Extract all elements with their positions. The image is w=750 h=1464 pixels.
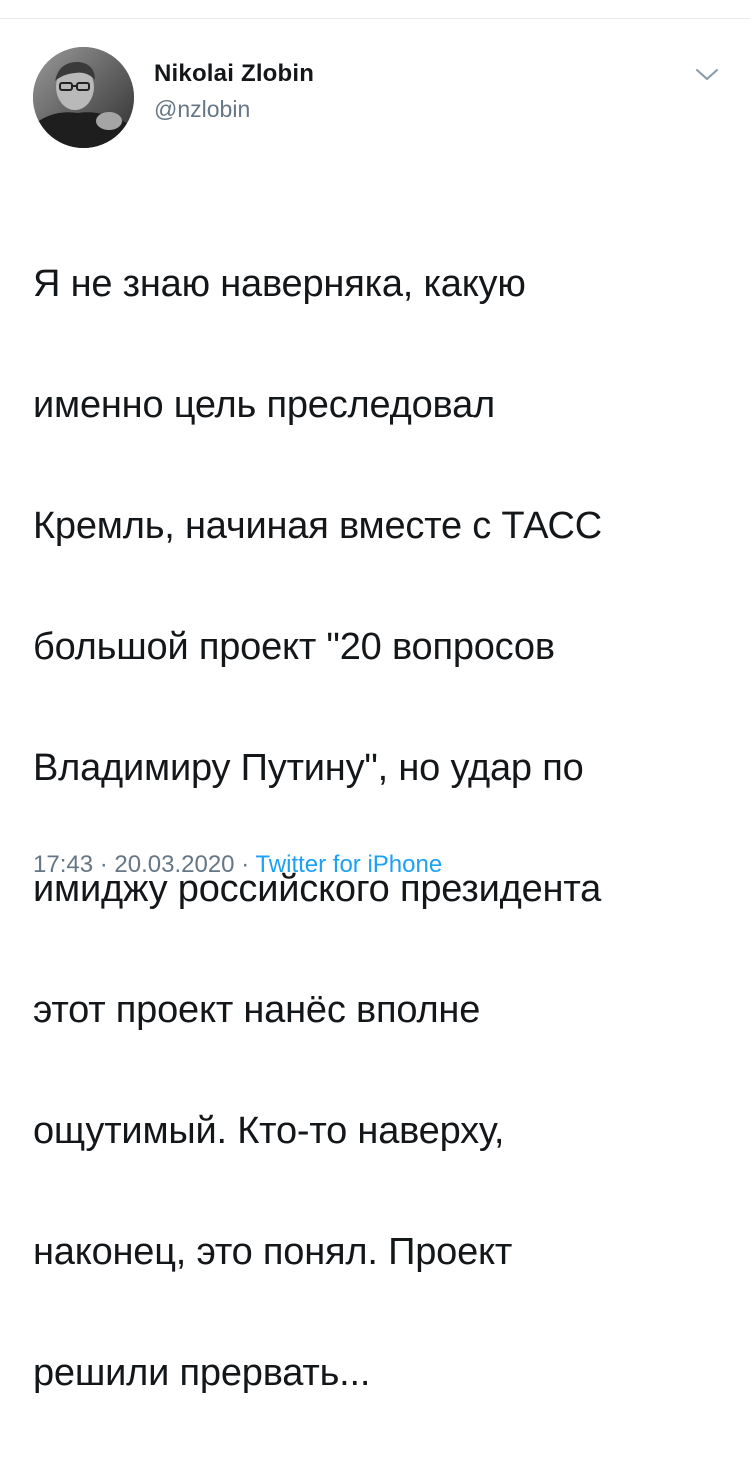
tweet-text-line: большой проект "20 вопросов [33, 625, 555, 668]
tweet-text-line: именно цель преследовал [33, 383, 495, 426]
top-divider [0, 18, 750, 19]
meta-separator: · [99, 851, 108, 878]
tweet-date[interactable]: 20.03.2020 [114, 851, 234, 878]
profile-photo-icon [33, 47, 134, 148]
tweet-source-link[interactable]: Twitter for iPhone [255, 851, 442, 878]
tweet-text-line: Владимиру Путину", но удар по [33, 746, 584, 789]
avatar[interactable] [33, 47, 134, 148]
author-handle[interactable]: @nzlobin [154, 96, 250, 123]
meta-separator: · [241, 851, 250, 878]
tweet-text: Я не знаю наверняка, какую именно цель п… [33, 193, 723, 1464]
tweet-text-line: этот проект нанёс вполне [33, 988, 481, 1031]
tweet-meta: 17:43 · 20.03.2020 · Twitter for iPhone [33, 851, 442, 879]
tweet-text-line: наконец, это понял. Проект [33, 1230, 513, 1273]
chevron-down-icon[interactable] [693, 64, 721, 84]
tweet-time[interactable]: 17:43 [33, 851, 93, 878]
tweet-text-line: ощутимый. Кто-то наверху, [33, 1109, 505, 1152]
author-name[interactable]: Nikolai Zlobin [154, 60, 314, 88]
tweet-text-line: решили прервать... [33, 1351, 371, 1394]
tweet-text-line: Я не знаю наверняка, какую [33, 262, 526, 305]
tweet-text-line: Кремль, начиная вместе с ТАСС [33, 504, 602, 547]
